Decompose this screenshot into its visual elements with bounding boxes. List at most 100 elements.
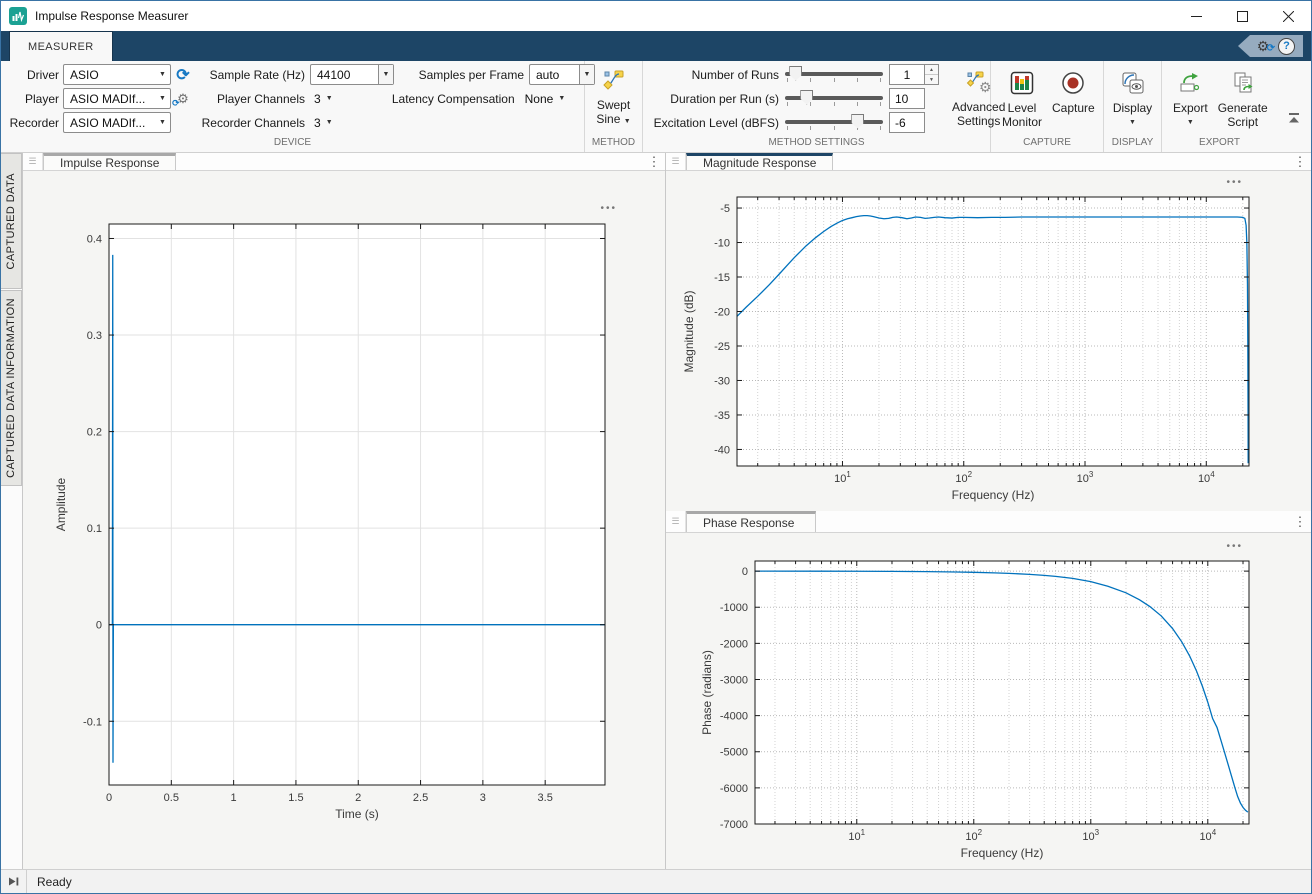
panel-grip-icon[interactable]: ☰ [23,153,43,170]
panel-grip-icon[interactable]: ☰ [666,153,686,170]
svg-text:Time (s): Time (s) [335,807,379,821]
excitation-level-field[interactable]: -6 [889,112,925,133]
waveform-glyph [11,9,25,23]
panel-menu-icon[interactable]: ⋮ [643,153,665,170]
display-label: Display [1113,101,1152,115]
svg-text:101: 101 [834,470,851,485]
capture-label: Capture [1052,101,1095,115]
generate-script-button[interactable]: Generate Script [1213,69,1273,131]
svg-text:-40: -40 [714,444,730,456]
panel-menu-icon[interactable]: ⋮ [1289,153,1311,170]
driver-dropdown[interactable]: ASIO▼ [63,64,171,85]
number-of-runs-slider[interactable] [785,65,883,85]
phase-response-chart: 101102103104-7000-6000-5000-4000-3000-20… [666,533,1311,869]
status-text: Ready [37,875,72,889]
sidebar-tab-captured-data-information[interactable]: CAPTURED DATA INFORMATION [1,290,22,486]
dropdown-arrow-icon: ▼ [1187,116,1194,130]
impulse-response-panel: ☰ Impulse Response ⋮ ••• 00.511.522.533.… [23,153,665,869]
gear-icon: ⚙⟳ [177,91,189,107]
axes-toolbar-icon[interactable]: ••• [600,203,617,214]
tab-phase-response[interactable]: Phase Response [686,511,816,532]
svg-text:2: 2 [355,792,361,804]
export-icon [1178,71,1202,98]
main-area: CAPTURED DATA CAPTURED DATA INFORMATION … [1,153,1311,869]
svg-text:0.2: 0.2 [87,427,102,439]
latency-compensation-label: Latency Compensation [385,92,515,106]
sample-rate-label: Sample Rate (Hz) [195,68,305,82]
quick-access-toolbar: ⚙⟳ ? [1238,35,1303,57]
duration-per-run-label: Duration per Run (s) [647,92,779,106]
svg-text:-7000: -7000 [720,819,748,831]
capture-section-label: CAPTURE [991,136,1103,152]
number-of-runs-field[interactable]: 1 [889,64,925,85]
svg-text:-15: -15 [714,272,730,284]
restore-panel-button[interactable] [1,870,27,893]
latency-compensation-dropdown[interactable]: None▼ [521,92,570,106]
svg-text:-25: -25 [714,341,730,353]
svg-text:-0.1: -0.1 [83,716,102,728]
recorder-channels-dropdown[interactable]: 3▼ [310,116,337,130]
svg-text:1: 1 [231,792,237,804]
export-button[interactable]: Export ▼ [1168,69,1213,132]
svg-text:-6000: -6000 [720,783,748,795]
display-button[interactable]: Display ▼ [1108,69,1157,132]
refresh-icon: ⟳ [176,65,189,85]
minimize-button[interactable] [1173,1,1219,31]
tab-magnitude-response[interactable]: Magnitude Response [686,153,833,170]
impulse-plot-body: ••• 00.511.522.533.5-0.100.10.20.30.4Tim… [23,171,665,870]
help-icon[interactable]: ? [1278,38,1295,55]
spinner-up-icon[interactable]: ▲ [925,65,938,74]
recorder-dropdown[interactable]: ASIO MADIf...▼ [63,112,171,133]
ribbon-tabstrip: MEASURER ⚙⟳ ? [1,31,1311,61]
svg-text:-10: -10 [714,238,730,250]
sample-rate-combo[interactable]: 44100▼ [310,64,394,85]
sidebar-tab-captured-data[interactable]: CAPTURED DATA [1,153,22,289]
player-dropdown[interactable]: ASIO MADIf...▼ [63,88,171,109]
phase-plot-body: ••• 101102103104-7000-6000-5000-4000-300… [666,533,1311,874]
player-channels-dropdown[interactable]: 3▼ [310,92,337,106]
panel-menu-icon[interactable]: ⋮ [1289,511,1311,532]
svg-text:-5: -5 [720,203,730,215]
maximize-button[interactable] [1219,1,1265,31]
driver-label: Driver [9,68,59,82]
tab-impulse-response[interactable]: Impulse Response [43,153,176,170]
close-button[interactable] [1265,1,1311,31]
panel-grip-icon[interactable]: ☰ [666,511,686,532]
excitation-level-slider[interactable] [785,113,883,133]
duration-per-run-field[interactable]: 10 [889,88,925,109]
svg-text:104: 104 [1199,828,1216,843]
preferences-gear-icon[interactable]: ⚙⟳ [1254,37,1272,55]
swept-sine-button[interactable]: Swept Sine ▼ [591,66,636,131]
player-channels-label: Player Channels [195,92,305,106]
recorder-label: Recorder [9,116,59,130]
axes-toolbar-icon[interactable]: ••• [1226,177,1243,188]
tab-measurer[interactable]: MEASURER [9,31,113,61]
display-icon [1121,71,1145,98]
section-capture: Level Monitor Capture CAPTURE [991,61,1104,152]
display-section-label: DISPLAY [1104,136,1161,152]
capture-record-icon [1061,71,1085,98]
number-of-runs-spinner[interactable]: ▲▼ [925,64,939,85]
dropdown-arrow-icon: ▼ [326,95,333,102]
collapse-ribbon-icon [1287,112,1301,125]
spinner-down-icon[interactable]: ▼ [925,74,938,84]
svg-text:-2000: -2000 [720,638,748,650]
svg-text:Phase (radians): Phase (radians) [700,650,714,735]
player-settings-button[interactable]: ⚙⟳ [171,91,195,107]
level-monitor-button[interactable]: Level Monitor [997,69,1047,131]
window-title: Impulse Response Measurer [35,9,188,23]
excitation-level-label: Excitation Level (dBFS) [647,116,779,130]
status-bar: Ready [1,869,1311,893]
axes-toolbar-icon[interactable]: ••• [1226,541,1243,552]
side-tab-strip: CAPTURED DATA CAPTURED DATA INFORMATION [1,153,23,869]
svg-text:103: 103 [1077,470,1094,485]
capture-button[interactable]: Capture [1047,69,1100,117]
level-monitor-icon [1010,71,1034,98]
collapse-toolstrip-button[interactable] [1287,112,1301,130]
magnitude-tabbar: ☰ Magnitude Response ⋮ [666,153,1311,171]
device-section-label: DEVICE [1,136,584,152]
duration-per-run-slider[interactable] [785,89,883,109]
svg-text:0: 0 [96,620,102,632]
refresh-devices-button[interactable]: ⟳ [171,65,195,85]
phase-response-panel: ☰ Phase Response ⋮ ••• 101102103104-7000… [666,511,1311,874]
